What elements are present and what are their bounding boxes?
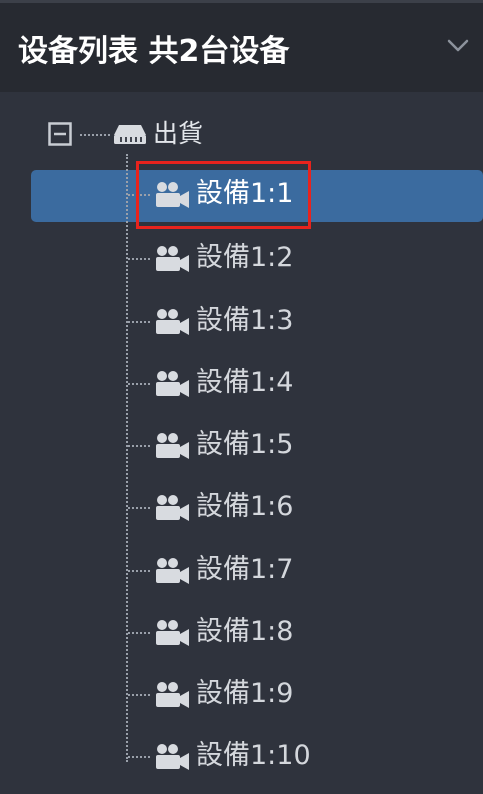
hard-drive-icon xyxy=(114,125,146,144)
panel-title: 设备列表 共2台设备 xyxy=(18,34,290,69)
video-camera-icon xyxy=(156,371,189,397)
device-item-label: 設備1:9 xyxy=(196,678,294,709)
panel-header: 设备列表 共2台设备 xyxy=(0,0,483,92)
tree-connector xyxy=(128,632,150,634)
device-item-label: 設備1:3 xyxy=(196,305,294,336)
video-camera-icon xyxy=(156,744,189,770)
device-item-8[interactable]: 設備1:8 xyxy=(0,608,483,658)
device-item-10[interactable]: 設備1:10 xyxy=(0,732,483,782)
device-item-6[interactable]: 設備1:6 xyxy=(0,483,483,533)
device-item-label: 設備1:6 xyxy=(196,491,294,522)
tree-connector xyxy=(128,321,150,323)
video-camera-icon xyxy=(156,495,189,521)
video-camera-icon xyxy=(156,246,189,272)
video-camera-icon xyxy=(156,682,189,708)
device-item-1[interactable]: 設備1:1 xyxy=(0,170,483,220)
device-item-label: 設備1:5 xyxy=(196,429,294,460)
video-camera-icon xyxy=(156,558,189,584)
device-item-3[interactable]: 設備1:3 xyxy=(0,297,483,347)
device-item-label: 設備1:1 xyxy=(196,178,294,209)
video-camera-icon xyxy=(156,182,189,208)
device-item-label: 設備1:8 xyxy=(196,616,294,647)
tree-connector xyxy=(80,134,110,136)
device-item-label: 設備1:2 xyxy=(196,242,294,273)
tree-connector xyxy=(128,445,150,447)
device-list-panel: 设备列表 共2台设备 出貨 設備1:1 設備1:2 設備1:3 設備1:4 設備… xyxy=(0,0,483,794)
device-item-2[interactable]: 設備1:2 xyxy=(0,234,483,284)
video-camera-icon xyxy=(156,309,189,335)
device-item-label: 設備1:10 xyxy=(196,740,311,771)
device-item-5[interactable]: 設備1:5 xyxy=(0,421,483,471)
tree-connector xyxy=(128,507,150,509)
video-camera-icon xyxy=(156,433,189,459)
tree-connector xyxy=(128,756,150,758)
device-item-7[interactable]: 設備1:7 xyxy=(0,546,483,596)
tree-root-label[interactable]: 出貨 xyxy=(153,117,203,151)
device-item-label: 設備1:7 xyxy=(196,554,294,585)
tree-connector xyxy=(128,570,150,572)
tree-connector xyxy=(128,194,150,196)
tree-connector xyxy=(128,383,150,385)
collapse-minus-icon[interactable] xyxy=(48,122,72,146)
tree-connector xyxy=(128,694,150,696)
device-item-4[interactable]: 設備1:4 xyxy=(0,359,483,409)
tree-connector xyxy=(128,258,150,260)
video-camera-icon xyxy=(156,620,189,646)
device-item-label: 設備1:4 xyxy=(196,367,294,398)
device-item-9[interactable]: 設備1:9 xyxy=(0,670,483,720)
chevron-down-icon[interactable] xyxy=(443,31,473,61)
